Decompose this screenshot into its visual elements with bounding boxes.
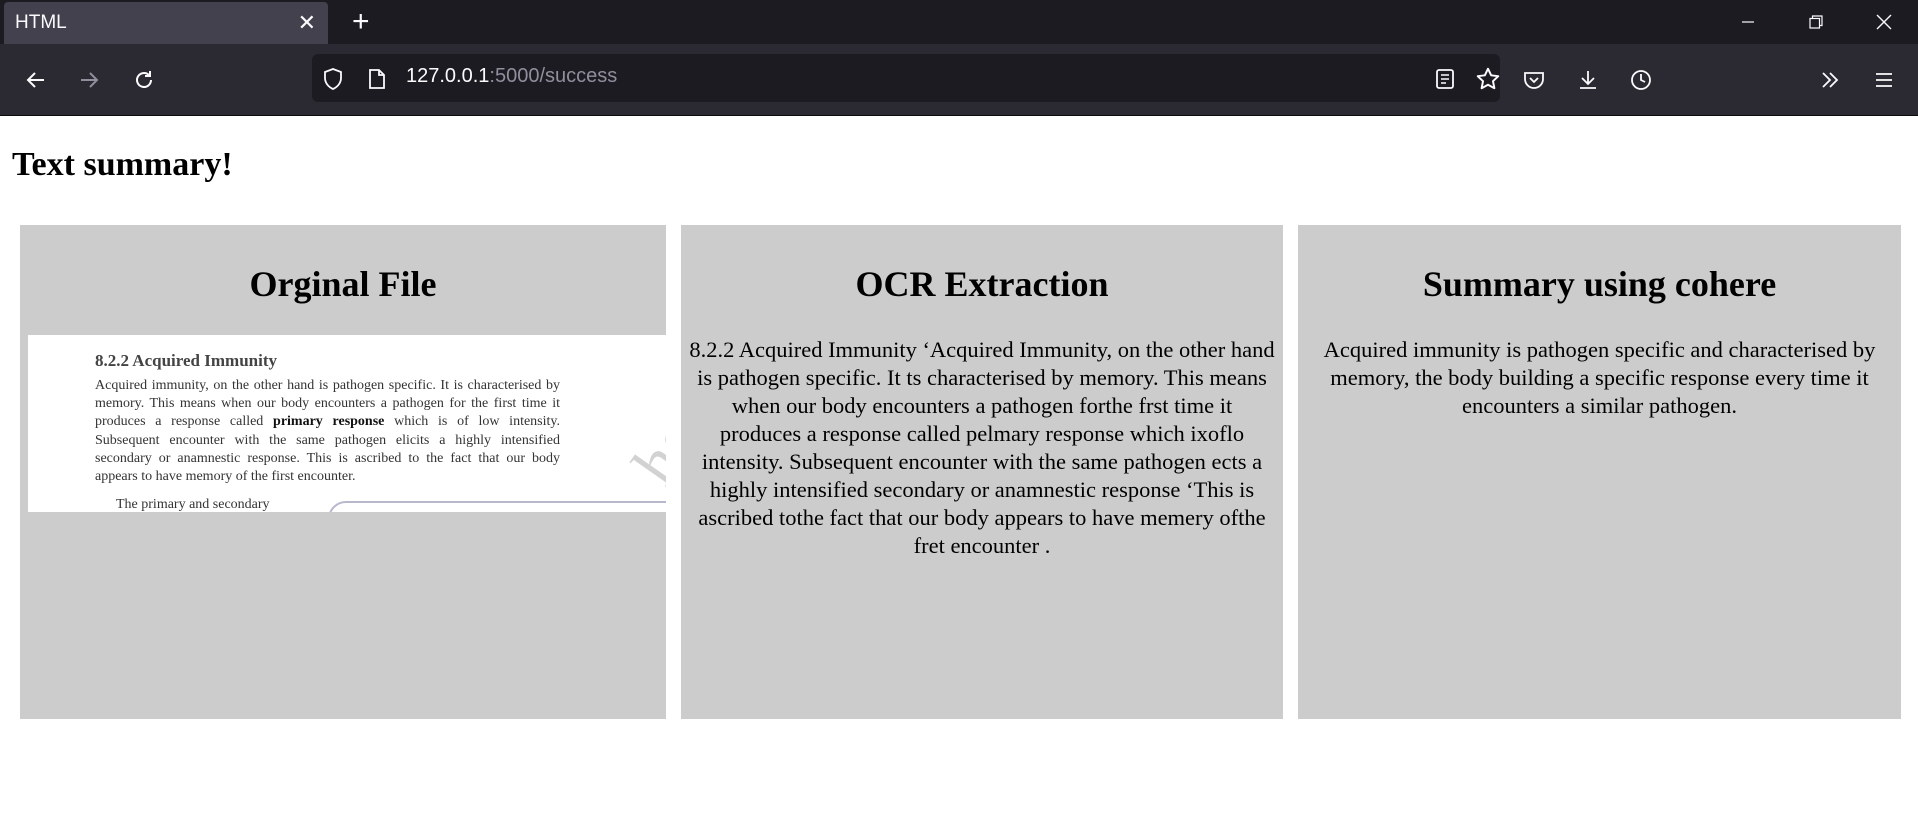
- page-title: Text summary!: [12, 146, 233, 183]
- close-window-icon[interactable]: [1850, 0, 1918, 44]
- scan-cut-off-line: The primary and secondary: [116, 497, 270, 512]
- reader-view-icon[interactable]: [1432, 66, 1458, 92]
- bookmark-star-icon[interactable]: [1475, 66, 1501, 92]
- back-icon[interactable]: [16, 60, 56, 100]
- summary-heading: Summary using cohere: [1422, 264, 1777, 304]
- page-icon[interactable]: [364, 66, 390, 92]
- tab-title: HTML: [15, 12, 67, 33]
- ocr-extraction-text: 8.2.2 Acquired Immunity ‘Acquired Immuni…: [689, 337, 1275, 558]
- reload-icon[interactable]: [124, 60, 164, 100]
- navigation-toolbar: 127.0.0.1:5000/success: [0, 44, 1918, 116]
- scan-section-heading: 8.2.2 Acquired Immunity: [95, 351, 277, 370]
- original-file-heading: Orginal File: [249, 264, 437, 304]
- ocr-extraction-heading: OCR Extraction: [855, 264, 1109, 304]
- history-icon[interactable]: [1621, 60, 1661, 100]
- overflow-chevron-icon[interactable]: [1810, 60, 1850, 100]
- new-tab-icon[interactable]: +: [352, 6, 370, 38]
- pocket-icon[interactable]: [1514, 60, 1554, 100]
- restore-icon[interactable]: [1782, 0, 1850, 44]
- scan-callout-box: [328, 501, 666, 512]
- summary-text: Acquired immunity is pathogen specific a…: [1323, 337, 1876, 418]
- original-file-panel: Orginal File 8.2.2 Acquired Immunity Acq…: [20, 225, 666, 719]
- tab-strip: HTML ✕ +: [0, 0, 1918, 48]
- tab-close-icon[interactable]: ✕: [298, 12, 316, 34]
- forward-icon[interactable]: [69, 60, 109, 100]
- minimize-icon[interactable]: [1714, 0, 1782, 44]
- url-text[interactable]: 127.0.0.1:5000/success: [406, 65, 617, 88]
- ocr-extraction-panel: OCR Extraction 8.2.2 Acquired Immunity ‘…: [681, 225, 1283, 719]
- url-path: :5000/success: [489, 65, 618, 87]
- shield-icon[interactable]: [320, 66, 346, 92]
- original-file-image: 8.2.2 Acquired Immunity Acquired immunit…: [28, 335, 666, 512]
- scan-watermark: hed: [618, 379, 666, 497]
- summary-panel: Summary using cohere Acquired immunity i…: [1298, 225, 1901, 719]
- scan-bold-term: primary response: [273, 414, 385, 430]
- url-host: 127.0.0.1: [406, 65, 490, 87]
- downloads-icon[interactable]: [1568, 60, 1608, 100]
- url-bar[interactable]: 127.0.0.1:5000/success: [312, 54, 1500, 102]
- menu-icon[interactable]: [1864, 60, 1904, 100]
- active-tab[interactable]: HTML ✕: [4, 2, 328, 48]
- scan-paragraph: Acquired immunity, on the other hand is …: [95, 377, 560, 486]
